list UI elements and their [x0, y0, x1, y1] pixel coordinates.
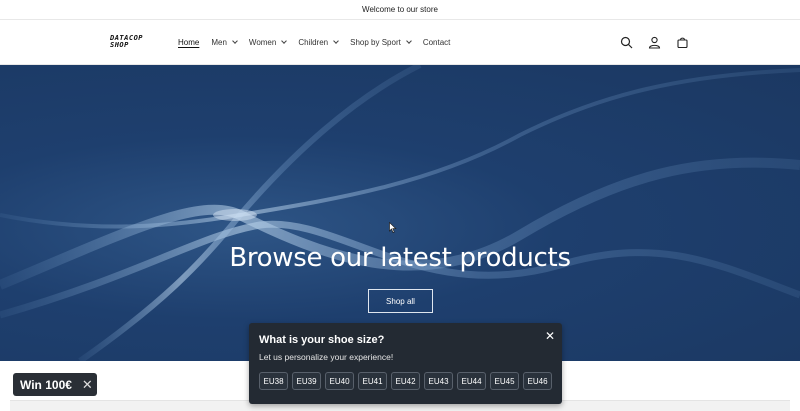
hero-background-waves [0, 65, 800, 361]
nav-men-label: Men [211, 37, 227, 47]
hero-banner: Browse our latest products Shop all [0, 65, 800, 361]
shoe-size-popup: ✕ What is your shoe size? Let us persona… [249, 323, 562, 404]
main-nav: Home Men Women Children Shop by Sport Co… [178, 38, 462, 47]
cart-icon[interactable] [674, 34, 690, 50]
hero-title: Browse our latest products [229, 243, 571, 273]
size-options: EU38 EU39 EU40 EU41 EU42 EU43 EU44 EU45 … [259, 372, 552, 390]
close-icon[interactable]: ✕ [82, 377, 93, 393]
brand-logo[interactable]: DATACOP SHOP [110, 35, 156, 49]
size-option-eu46[interactable]: EU46 [523, 372, 552, 390]
nav-children-label: Children [298, 37, 329, 47]
nav-men[interactable]: Men [211, 37, 238, 47]
nav-home-label: Home [178, 37, 200, 47]
nav-contact[interactable]: Contact [423, 38, 451, 47]
nav-women[interactable]: Women [248, 37, 288, 47]
chevron-down-icon [333, 37, 339, 44]
mouse-cursor-icon [389, 220, 397, 238]
size-option-eu39[interactable]: EU39 [292, 372, 321, 390]
nav-shop-by-sport-label: Shop by Sport [350, 37, 401, 47]
search-icon[interactable] [618, 34, 634, 50]
popup-title: What is your shoe size? [259, 334, 385, 346]
size-option-eu42[interactable]: EU42 [391, 372, 420, 390]
size-option-eu45[interactable]: EU45 [490, 372, 519, 390]
announcement-bar: Welcome to our store [0, 0, 800, 20]
size-option-eu43[interactable]: EU43 [424, 372, 453, 390]
size-option-eu40[interactable]: EU40 [325, 372, 354, 390]
announcement-text: Welcome to our store [362, 5, 438, 14]
size-option-eu38[interactable]: EU38 [259, 372, 288, 390]
header-icons [618, 34, 690, 50]
site-header: DATACOP SHOP Home Men Women Children Sho… [0, 20, 800, 65]
close-icon[interactable]: ✕ [545, 329, 555, 343]
nav-women-label: Women [248, 37, 277, 47]
shop-all-button[interactable]: Shop all [368, 289, 433, 313]
chevron-down-icon [281, 37, 288, 44]
chevron-down-icon [232, 37, 238, 44]
nav-contact-label: Contact [422, 37, 451, 47]
size-option-eu44[interactable]: EU44 [457, 372, 486, 390]
chevron-down-icon [405, 37, 412, 44]
nav-children[interactable]: Children [298, 37, 339, 47]
nav-home[interactable]: Home [178, 38, 199, 47]
popup-subtitle: Let us personalize your experience! [259, 352, 394, 362]
size-option-eu41[interactable]: EU41 [358, 372, 387, 390]
account-icon[interactable] [646, 34, 662, 50]
win-offer-label: Win 100€ [20, 377, 72, 392]
nav-shop-by-sport[interactable]: Shop by Sport [350, 37, 412, 47]
win-offer-badge[interactable]: Win 100€ ✕ [13, 373, 97, 396]
logo-line-2: SHOP [110, 41, 129, 49]
